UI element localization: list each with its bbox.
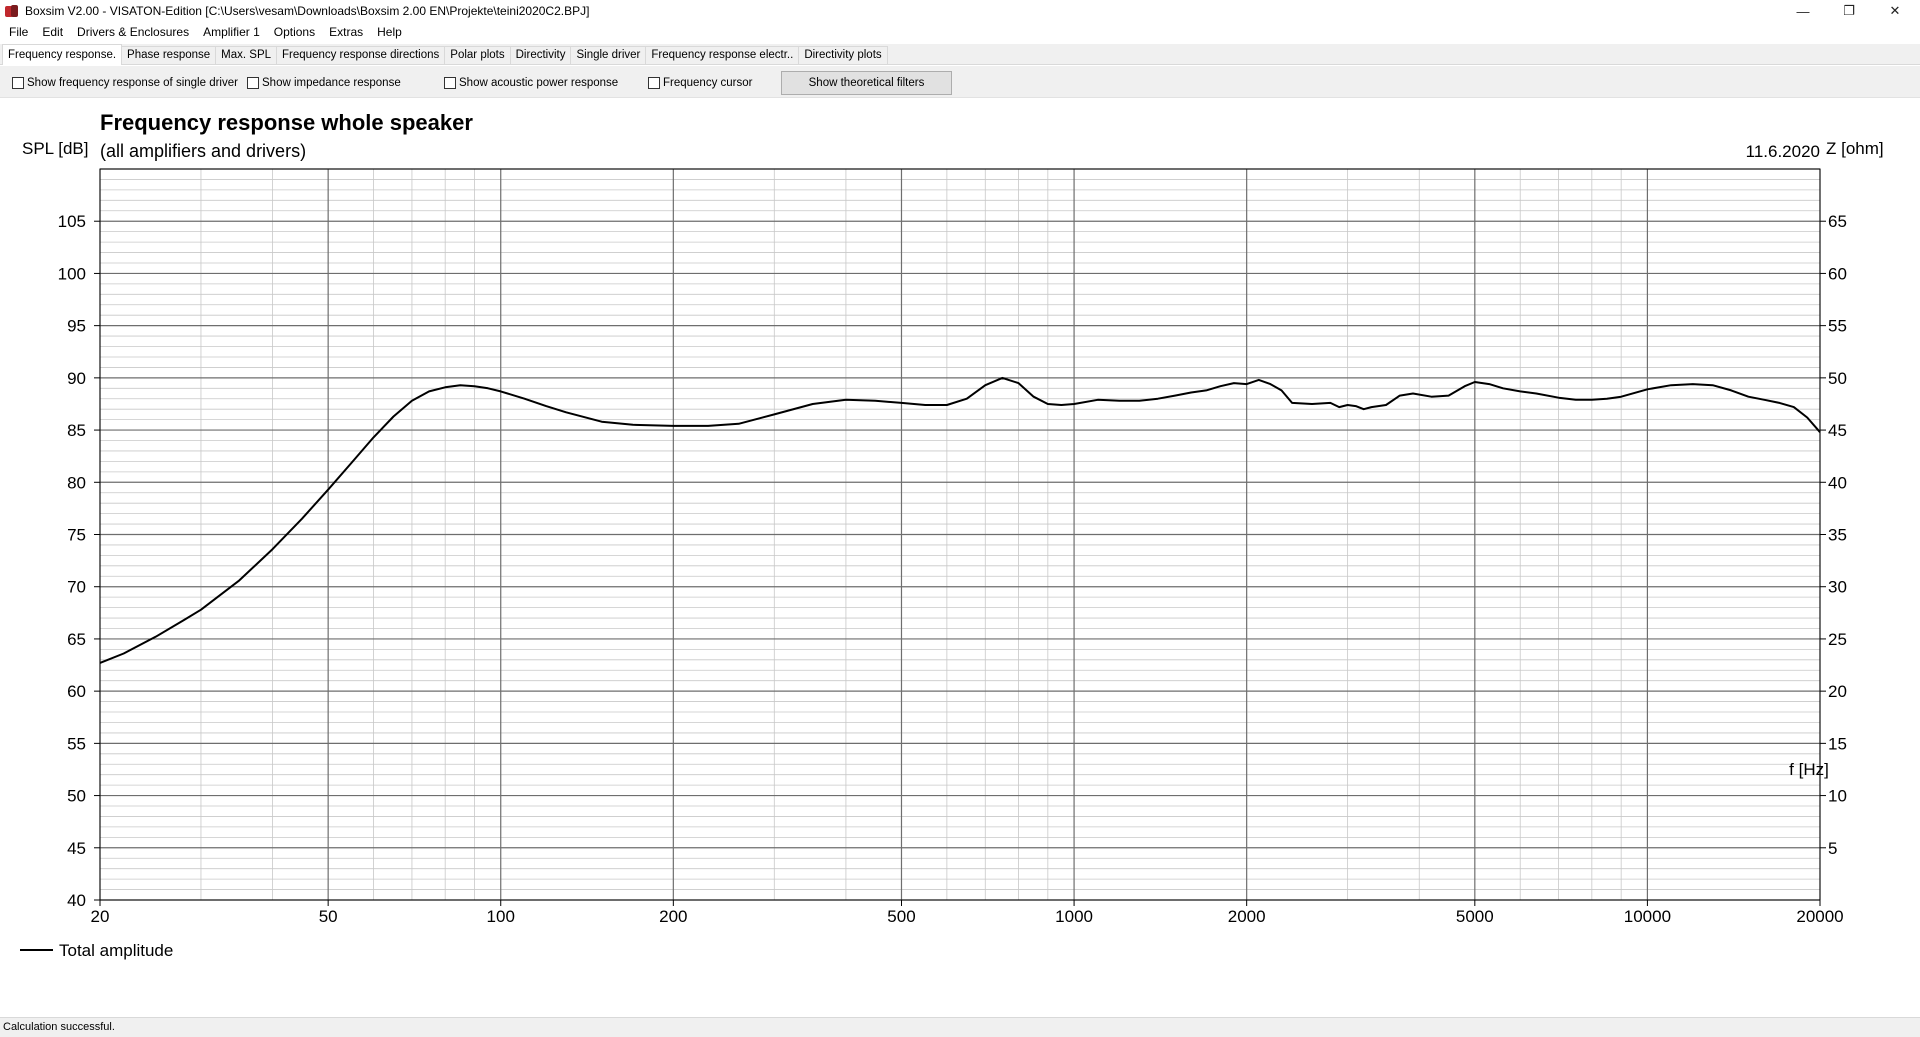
menu-edit[interactable]: Edit [35, 22, 70, 42]
y2-tick-label: 30 [1828, 578, 1847, 597]
x-tick-label: 20 [91, 907, 110, 926]
y2-tick-label: 60 [1828, 264, 1847, 283]
x-tick-label: 100 [487, 907, 515, 926]
checkbox-box[interactable] [247, 77, 259, 89]
frequency-cursor-checkbox[interactable]: Frequency cursor [648, 77, 752, 89]
y-tick-label: 95 [67, 317, 86, 336]
y2-axis-label: Z [ohm] [1826, 139, 1884, 158]
y-tick-label: 50 [67, 787, 86, 806]
single-driver-label: Show frequency response of single driver [27, 77, 238, 89]
legend: Total amplitude [20, 941, 173, 960]
y-tick-label: 75 [67, 526, 86, 545]
y-tick-label: 70 [67, 578, 86, 597]
x-tick-label: 2000 [1228, 907, 1266, 926]
y2-tick-label: 5 [1828, 839, 1837, 858]
status-bar: Calculation successful. [0, 1017, 1920, 1037]
x-axis-ticks: 20 50 100 200 500 1000 2000 5000 10000 20000 [91, 900, 1844, 926]
x-tick-label: 20000 [1796, 907, 1843, 926]
menu-amplifier-1[interactable]: Amplifier 1 [196, 22, 267, 42]
x-tick-label: 50 [319, 907, 338, 926]
acoustic-power-checkbox[interactable]: Show acoustic power response [444, 77, 618, 89]
show-theoretical-filters-button[interactable]: Show theoretical filters [781, 71, 952, 95]
status-text: Calculation successful. [3, 1021, 115, 1033]
y2-tick-label: 20 [1828, 682, 1847, 701]
y2-tick-label: 50 [1828, 369, 1847, 388]
x-tick-label: 10000 [1624, 907, 1671, 926]
menu-extras[interactable]: Extras [322, 22, 370, 42]
app-logo-icon [5, 4, 19, 18]
maximize-button[interactable]: ❐ [1826, 0, 1872, 22]
x-tick-label: 1000 [1055, 907, 1093, 926]
grid-major [99, 168, 1821, 901]
minimize-button[interactable]: — [1780, 0, 1826, 22]
tab-single-driver[interactable]: Single driver [570, 46, 647, 64]
y-tick-label: 45 [67, 839, 86, 858]
y-axis-label: SPL [dB] [22, 139, 88, 158]
menu-bar: File Edit Drivers & Enclosures Amplifier… [0, 22, 1920, 42]
y-axis-ticks: 105 100 95 90 85 80 75 70 65 60 55 50 45 40 [58, 212, 100, 910]
y-tick-label: 55 [67, 734, 86, 753]
tab-polar-plots[interactable]: Polar plots [444, 46, 511, 64]
y-tick-label: 80 [67, 473, 86, 492]
menu-drivers-enclosures[interactable]: Drivers & Enclosures [70, 22, 196, 42]
frequency-cursor-label: Frequency cursor [663, 77, 753, 89]
y2-tick-label: 40 [1828, 473, 1847, 492]
y-tick-label: 40 [67, 891, 86, 910]
chart-title: Frequency response whole speaker [100, 110, 473, 135]
menu-file[interactable]: File [2, 22, 35, 42]
y-tick-label: 100 [58, 264, 86, 283]
y2-tick-label: 35 [1828, 526, 1847, 545]
tab-max-spl[interactable]: Max. SPL [215, 46, 278, 64]
menu-options[interactable]: Options [267, 22, 322, 42]
y-tick-label: 105 [58, 212, 86, 231]
legend-label: Total amplitude [59, 941, 173, 960]
y2-tick-label: 15 [1828, 734, 1847, 753]
y-tick-label: 65 [67, 630, 86, 649]
tab-phase-response[interactable]: Phase response [121, 46, 217, 64]
chart-subtitle: (all amplifiers and drivers) [100, 141, 306, 161]
tab-directivity-plots[interactable]: Directivity plots [798, 46, 888, 64]
y-tick-label: 60 [67, 682, 86, 701]
x-tick-label: 5000 [1456, 907, 1494, 926]
chart-area: 105 100 95 90 85 80 75 70 65 60 55 50 45 40 65 60 55 50 4… [3, 99, 1917, 1017]
tab-directivity[interactable]: Directivity [509, 46, 572, 64]
window-titlebar: Boxsim V2.00 - VISATON-Edition [C:\Users… [0, 0, 1920, 22]
tab-frequency-response-directions[interactable]: Frequency response directions [276, 46, 446, 64]
acoustic-power-label: Show acoustic power response [459, 77, 619, 89]
close-button[interactable]: ✕ [1872, 0, 1918, 22]
window-title: Boxsim V2.00 - VISATON-Edition [C:\Users… [25, 4, 590, 18]
y2-tick-label: 65 [1828, 212, 1847, 231]
y2-tick-label: 25 [1828, 630, 1847, 649]
options-bar: Show frequency response of single driver… [0, 66, 1920, 98]
x-tick-label: 200 [659, 907, 687, 926]
impedance-checkbox[interactable]: Show impedance response [247, 77, 401, 89]
y-tick-label: 90 [67, 369, 86, 388]
series-layer [99, 376, 1821, 664]
y-tick-label: 85 [67, 421, 86, 440]
y2-tick-label: 45 [1828, 421, 1847, 440]
y2-tick-label: 10 [1828, 787, 1847, 806]
checkbox-box[interactable] [648, 77, 660, 89]
tab-frequency-response-electrical[interactable]: Frequency response electr.. [645, 46, 800, 64]
series-line-total-amplitude [99, 376, 1821, 664]
checkbox-box[interactable] [444, 77, 456, 89]
tab-frequency-response[interactable]: Frequency response. [2, 44, 123, 65]
checkbox-box[interactable] [12, 77, 24, 89]
chart-date: 11.6.2020 [1746, 142, 1820, 161]
frequency-response-chart: 105100959085807570656055504540 656055504… [20, 110, 1884, 960]
x-axis-label: f [Hz] [1789, 760, 1829, 779]
tab-strip: Frequency response. Phase response Max. … [0, 44, 1920, 65]
single-driver-checkbox[interactable]: Show frequency response of single driver [12, 77, 238, 89]
y2-tick-label: 55 [1828, 317, 1847, 336]
x-tick-label: 500 [887, 907, 915, 926]
impedance-label: Show impedance response [262, 77, 401, 89]
menu-help[interactable]: Help [370, 22, 409, 42]
